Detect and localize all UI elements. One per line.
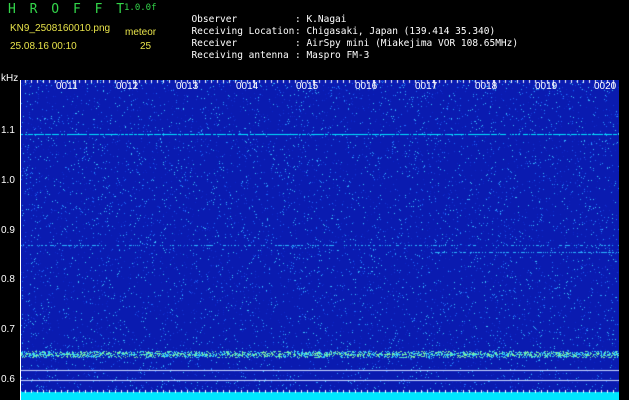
datetime-label: 25.08.16 00:10: [10, 41, 77, 52]
time-tick-label: 0015: [296, 81, 319, 92]
meteor-label: meteor: [125, 27, 157, 38]
y-tick-label: 0.6: [1, 374, 15, 385]
info-value: K.Nagai: [306, 13, 347, 25]
meteor-count: 25: [140, 41, 152, 52]
time-tick-label: 0017: [415, 81, 438, 92]
time-tick-label: 0011: [56, 81, 78, 92]
time-tick-label: 0018: [475, 81, 498, 92]
time-tick-label: 0012: [116, 81, 139, 92]
info-value: Maspro FM-3: [306, 49, 370, 61]
info-value: AirSpy mini (Miakejima VOR 108.65MHz): [306, 37, 519, 49]
y-tick-label: 1.1: [1, 125, 15, 136]
y-tick-label: 1.0: [1, 175, 15, 186]
time-tick-label: 0014: [236, 81, 259, 92]
y-tick-label: 0.9: [1, 225, 15, 236]
info-key: Receiving antenna: [191, 49, 289, 61]
version-label: 1.0.0f: [124, 3, 157, 13]
time-tick-label: 0019: [535, 81, 558, 92]
time-tick-label: 0016: [355, 81, 378, 92]
y-axis-unit: kHz: [1, 73, 19, 84]
time-tick-label: 0013: [176, 81, 199, 92]
time-tick-label: 0020: [594, 81, 617, 92]
spectrogram-plot: [20, 80, 619, 400]
info-antenna: Receiving antenna: Maspro FM-3: [191, 49, 370, 61]
spectrogram-canvas: [21, 80, 619, 400]
y-tick-label: 0.8: [1, 274, 15, 285]
y-tick-label: 0.7: [1, 324, 15, 335]
hrofft-brand: H R O F F T: [8, 2, 128, 17]
info-value: Chigasaki, Japan (139.414 35.340): [306, 25, 496, 37]
filename-label: KN9_2508160010.png: [10, 23, 111, 34]
